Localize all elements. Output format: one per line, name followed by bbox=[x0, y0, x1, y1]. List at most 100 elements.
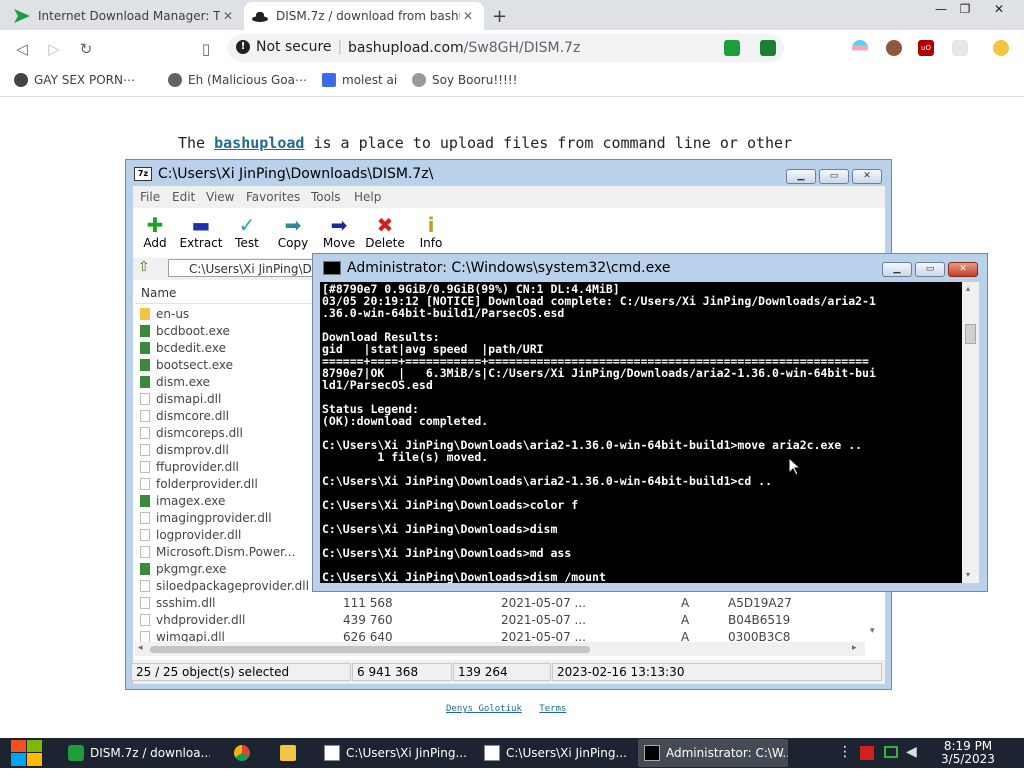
file-name: imagex.exe bbox=[156, 493, 226, 508]
delete-button[interactable]: ✖ Delete bbox=[362, 214, 408, 250]
file-row[interactable]: pkgmgr.exe bbox=[140, 560, 226, 577]
restore-button[interactable]: ❐ bbox=[950, 0, 980, 18]
file-row[interactable]: imagingprovider.dll bbox=[140, 509, 272, 526]
taskbar-item-7zip-2[interactable]: C:\Users\Xi JinPing... bbox=[478, 739, 628, 767]
info-button[interactable]: i Info bbox=[408, 214, 454, 250]
extension-green-icon[interactable] bbox=[724, 40, 740, 56]
copy-button[interactable]: ➡ Copy bbox=[270, 214, 316, 250]
bookmark-item[interactable]: Eh (Malicious Goa⋯ bbox=[168, 73, 307, 87]
7zip-close-button[interactable]: ✕ bbox=[852, 169, 882, 184]
file-row[interactable]: bootsect.exe bbox=[140, 356, 233, 373]
file-row[interactable]: dismapi.dll bbox=[140, 390, 221, 407]
reload-icon[interactable]: ↻ bbox=[76, 40, 96, 58]
extension-gray-icon[interactable] bbox=[952, 40, 968, 56]
cmd-scroll-down-icon[interactable]: ▾ bbox=[966, 570, 970, 579]
cmd-title-bar[interactable]: Administrator: C:\Windows\system32\cmd.e… bbox=[323, 260, 670, 276]
file-row[interactable]: vhdprovider.dll bbox=[140, 611, 245, 628]
exe-file-icon bbox=[140, 324, 150, 337]
scroll-down-icon[interactable]: ▾ bbox=[870, 626, 875, 636]
file-row[interactable]: ffuprovider.dll bbox=[140, 458, 239, 475]
cmd-close-button[interactable]: ✕ bbox=[948, 262, 978, 277]
file-row[interactable]: logprovider.dll bbox=[140, 526, 241, 543]
test-button[interactable]: ✓ Test bbox=[224, 214, 270, 250]
volume-icon[interactable]: ◀ bbox=[906, 744, 917, 760]
start-button[interactable] bbox=[10, 739, 43, 767]
file-name: folderprovider.dll bbox=[156, 476, 258, 491]
file-row[interactable]: folderprovider.dll bbox=[140, 475, 258, 492]
forward-icon[interactable]: ▷ bbox=[44, 40, 64, 58]
avatar-extension-icon[interactable] bbox=[886, 40, 902, 56]
taskbar-item-browser[interactable]: DISM.7z / downloa... bbox=[62, 739, 210, 767]
move-icon: ➡ bbox=[330, 213, 348, 237]
file-row[interactable]: Microsoft.Dism.Power... bbox=[140, 543, 295, 560]
bookmark-item[interactable]: Soy Booru!!!!! bbox=[412, 73, 517, 87]
tray-overflow-icon[interactable]: ⋮ bbox=[838, 744, 852, 760]
system-clock[interactable]: 8:19 PM 3/5/2023 bbox=[934, 740, 1002, 766]
7zip-minimize-button[interactable]: ▁ bbox=[786, 169, 816, 184]
column-name-header[interactable]: Name bbox=[141, 286, 176, 300]
new-tab-button[interactable]: + bbox=[492, 6, 507, 27]
security-indicator[interactable]: ! Not secure | bbox=[236, 39, 342, 55]
footer-links: Denys Golotiuk Terms bbox=[446, 704, 578, 714]
file-row[interactable]: imagex.exe bbox=[140, 492, 225, 509]
cmd-icon bbox=[644, 745, 660, 761]
add-button[interactable]: ✚ Add bbox=[132, 214, 178, 250]
shield-extension-icon[interactable] bbox=[760, 40, 776, 56]
back-icon[interactable]: ◁ bbox=[12, 40, 32, 58]
file-row[interactable]: ssshim.dll bbox=[140, 594, 215, 611]
cmd-console[interactable]: [#8790e7 0.9GiB/0.9GiB(99%) CN:1 DL:4.4M… bbox=[320, 282, 962, 583]
cmd-scroll-thumb[interactable] bbox=[965, 324, 976, 344]
menu-edit[interactable]: Edit bbox=[172, 190, 195, 204]
close-window-button[interactable]: ✕ bbox=[984, 0, 1014, 18]
file-row[interactable]: dismcore.dll bbox=[140, 407, 229, 424]
bookmark-item[interactable]: GAY SEX PORN⋯ bbox=[14, 73, 135, 87]
menu-help[interactable]: Help bbox=[354, 190, 381, 204]
cmd-maximize-button[interactable]: ▭ bbox=[915, 262, 945, 277]
copy-icon: ➡ bbox=[284, 213, 302, 237]
7zip-maximize-button[interactable]: ▭ bbox=[819, 169, 849, 184]
url-text[interactable]: bashupload.com/Sw8GH/DISM.7z bbox=[348, 40, 580, 56]
up-folder-icon[interactable]: ⇧ bbox=[138, 259, 150, 275]
7zip-scroll-thumb[interactable] bbox=[150, 646, 590, 653]
menu-tools[interactable]: Tools bbox=[311, 190, 341, 204]
file-row[interactable]: en-us bbox=[140, 305, 189, 322]
scroll-right-icon[interactable]: ▸ bbox=[852, 643, 857, 653]
menu-view[interactable]: View bbox=[206, 190, 234, 204]
close-tab-icon[interactable]: ✕ bbox=[220, 9, 236, 23]
taskbar-item-chrome[interactable] bbox=[228, 739, 258, 767]
menu-favorites[interactable]: Favorites bbox=[246, 190, 300, 204]
cmd-scroll-up-icon[interactable]: ▴ bbox=[966, 284, 970, 293]
file-row[interactable]: dismprov.dll bbox=[140, 441, 229, 458]
file-row[interactable]: dism.exe bbox=[140, 373, 210, 390]
bookmark-item[interactable]: molest ai bbox=[322, 73, 397, 87]
network-icon[interactable] bbox=[884, 746, 898, 758]
bookmark-icon[interactable]: ▯ bbox=[196, 40, 216, 58]
folder-icon bbox=[140, 307, 150, 320]
scroll-left-icon[interactable]: ◂ bbox=[138, 643, 143, 653]
terms-link[interactable]: Terms bbox=[539, 704, 566, 714]
file-row[interactable]: siloedpackageprovider.dll bbox=[140, 577, 309, 594]
tab-title: DISM.7z / download from bashup bbox=[276, 9, 460, 23]
close-tab-icon[interactable]: ✕ bbox=[460, 9, 476, 23]
author-link[interactable]: Denys Golotiuk bbox=[446, 704, 522, 714]
ublock-icon[interactable]: uO bbox=[918, 40, 934, 56]
bashupload-link[interactable]: bashupload bbox=[214, 134, 304, 152]
profile-icon[interactable] bbox=[993, 40, 1009, 56]
7zip-title-bar[interactable]: 7z C:\Users\Xi JinPing\Downloads\DISM.7z… bbox=[134, 166, 433, 182]
taskbar-item-explorer[interactable] bbox=[274, 739, 304, 767]
taskbar-item-cmd[interactable]: Administrator: C:\W... bbox=[638, 739, 788, 767]
file-row[interactable]: bcdedit.exe bbox=[140, 339, 226, 356]
profile-flag-icon[interactable] bbox=[852, 40, 868, 56]
tab-idm[interactable]: Internet Download Manager: The ✕ bbox=[6, 2, 244, 30]
move-button[interactable]: ➡ Move bbox=[316, 214, 362, 250]
exe-file-icon bbox=[140, 375, 150, 388]
file-row[interactable]: dismcoreps.dll bbox=[140, 424, 243, 441]
action-center-flag-icon[interactable] bbox=[860, 746, 874, 760]
file-row[interactable]: bcdboot.exe bbox=[140, 322, 230, 339]
taskbar-item-7zip-1[interactable]: C:\Users\Xi JinPing... bbox=[318, 739, 468, 767]
cmd-minimize-button[interactable]: ▁ bbox=[882, 262, 912, 277]
7zip-path-input[interactable]: C:\Users\Xi JinPing\Downloads\DISM.7z\ bbox=[168, 259, 328, 277]
tab-bashupload[interactable]: DISM.7z / download from bashup ✕ bbox=[244, 2, 484, 30]
menu-file[interactable]: File bbox=[140, 190, 160, 204]
extract-button[interactable]: ▬ Extract bbox=[178, 214, 224, 250]
